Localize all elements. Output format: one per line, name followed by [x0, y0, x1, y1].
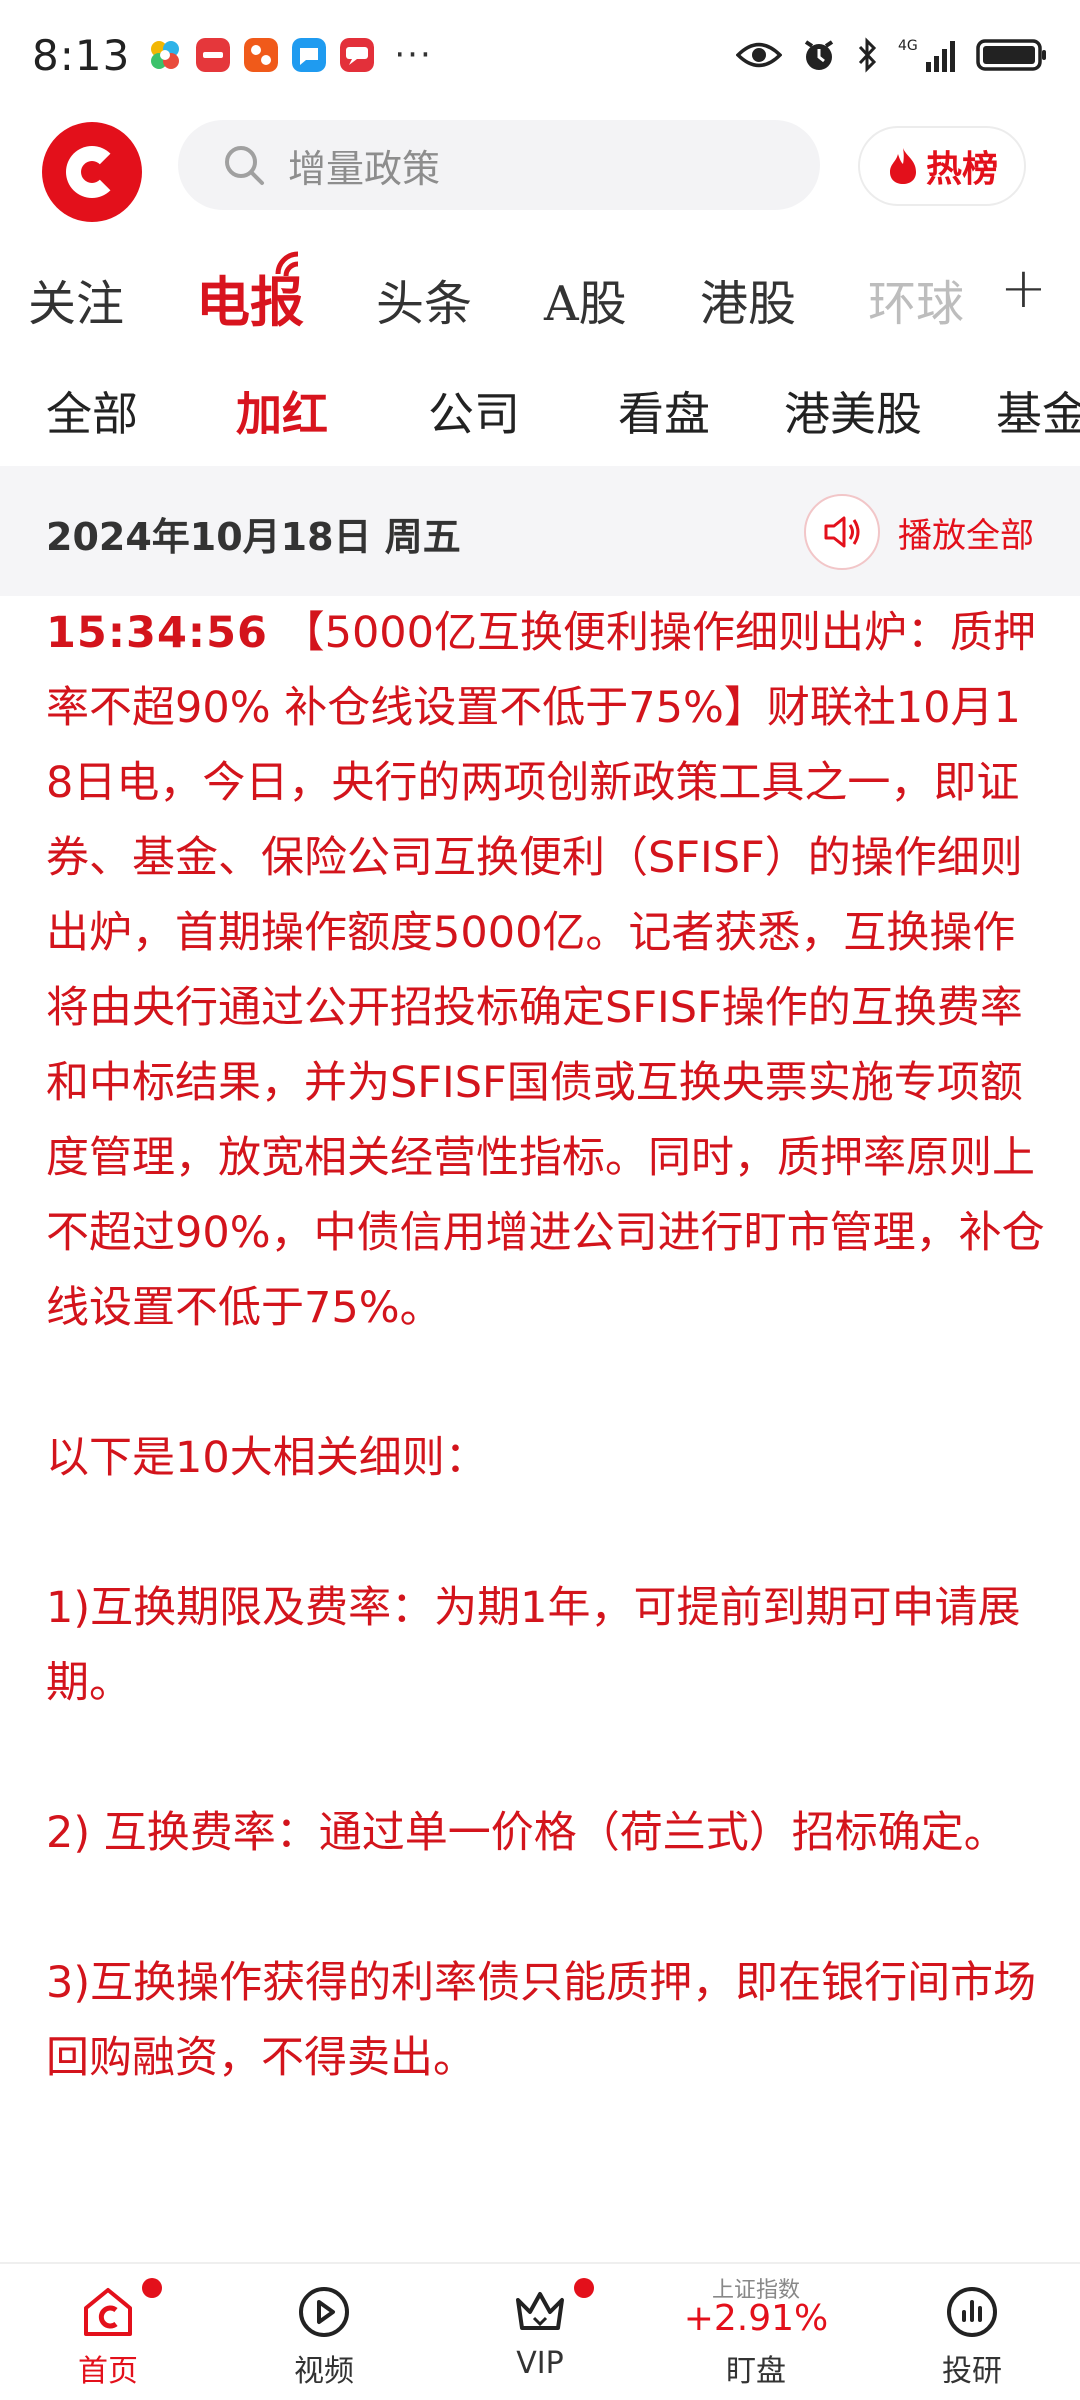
bluetooth-icon: [858, 37, 877, 73]
pinwheel-app-icon: [151, 41, 180, 69]
nav-research-label: 投研: [942, 2354, 1002, 2389]
subtab-market-watch[interactable]: 看盘: [618, 378, 710, 444]
huawei-app-icon: [196, 38, 231, 72]
eye-icon: [736, 42, 782, 68]
chat-app-icon: [292, 38, 327, 72]
subtab-company[interactable]: 公司: [428, 378, 520, 444]
bar-chart-circle-icon: [947, 2287, 997, 2337]
tab-global[interactable]: 环球: [868, 264, 964, 334]
status-bar: 8:13 ··· 4G: [0, 0, 1080, 110]
nav-watch[interactable]: 上证指数 +2.91% 盯盘: [648, 2264, 864, 2400]
nav-research[interactable]: 投研: [864, 2264, 1080, 2400]
vip-badge-dot: [574, 2278, 594, 2298]
taobao-app-icon: [244, 38, 279, 72]
more-notifications: ···: [394, 35, 433, 75]
battery-icon: [976, 39, 1046, 71]
article-lead: 【5000亿互换便利操作细则出炉：质押率不超90% 补仓线设置不低于75%】财联…: [46, 608, 1045, 1333]
article-item-3: 3)互换操作获得的利率债只能质押，即在银行间市场回购融资，不得卖出。: [46, 1958, 1037, 2083]
app-screen: 8:13 ··· 4G 增量政策 热榜 关注 电报 头条 A股 港股 环球 + …: [0, 0, 1080, 2400]
status-right: 4G: [736, 36, 1048, 74]
home-badge-dot: [142, 2278, 162, 2298]
subtab-funds[interactable]: 基金: [996, 378, 1080, 444]
signal-icon: 4G: [898, 38, 955, 72]
network-type: 4G: [898, 38, 918, 54]
flame-icon: [889, 148, 916, 184]
nav-home-label: 首页: [78, 2354, 138, 2389]
speaker-icon: [804, 494, 880, 570]
tab-headlines[interactable]: 头条: [376, 264, 472, 334]
article-time: 15:34:56: [46, 608, 268, 658]
subtab-all[interactable]: 全部: [46, 378, 138, 444]
play-all-label: 播放全部: [898, 515, 1034, 556]
subtab-highlighted[interactable]: 加红: [236, 378, 328, 444]
date-bar: 2024年10月18日 周五 播放全部: [0, 466, 1080, 596]
nav-video-label: 视频: [294, 2354, 354, 2389]
tab-hk-stocks[interactable]: 港股: [700, 264, 796, 334]
crown-icon: [516, 2292, 564, 2330]
nav-watch-label: 盯盘: [726, 2354, 786, 2389]
add-tab-button[interactable]: +: [1000, 256, 1047, 321]
logo-mark: [66, 146, 118, 198]
status-time: 8:13: [32, 30, 131, 80]
article-intro: 以下是10大相关细则：: [46, 1433, 488, 1483]
main-tabs: 关注 电报 头条 A股 港股 环球 +: [0, 240, 1080, 355]
message-app-icon: [340, 38, 375, 72]
tab-a-shares[interactable]: A股: [544, 264, 627, 334]
search-box[interactable]: 增量政策: [178, 120, 820, 210]
search-placeholder: 增量政策: [288, 146, 441, 191]
sub-tabs: 全部 加红 公司 看盘 港美股 基金: [0, 360, 1080, 460]
play-circle-icon: [299, 2287, 349, 2337]
nav-vip[interactable]: VIP: [432, 2264, 648, 2400]
notification-icons: ···: [148, 35, 432, 75]
bottom-navigation: 首页 视频 VIP 上证指数 +2.91% 盯盘 投研: [0, 2262, 1080, 2400]
home-c-icon: [84, 2288, 132, 2336]
nav-vip-label: VIP: [516, 2346, 564, 2381]
hot-list-button[interactable]: 热榜: [858, 126, 1026, 206]
search-icon: [225, 146, 264, 185]
index-change: +2.91%: [683, 2298, 829, 2339]
nav-video[interactable]: 视频: [216, 2264, 432, 2400]
alarm-icon: [804, 40, 834, 70]
top-header: 增量政策 热榜: [0, 110, 1080, 230]
tab-follow[interactable]: 关注: [28, 264, 124, 334]
subtab-hk-us-stocks[interactable]: 港美股: [784, 378, 922, 444]
hot-list-label: 热榜: [925, 149, 998, 190]
app-logo[interactable]: [42, 122, 142, 222]
date-label: 2024年10月18日 周五: [46, 515, 461, 559]
play-all-button[interactable]: 播放全部: [804, 492, 1034, 572]
broadcast-icon: [275, 251, 299, 277]
nav-home[interactable]: 首页: [0, 2264, 216, 2400]
news-article[interactable]: 15:34:56 【5000亿互换便利操作细则出炉：质押率不超90% 补仓线设置…: [46, 596, 1046, 2096]
article-item-2: 2) 互换费率：通过单一价格（荷兰式）招标确定。: [46, 1808, 1007, 1858]
article-lead-paragraph: 15:34:56 【5000亿互换便利操作细则出炉：质押率不超90% 补仓线设置…: [46, 596, 1046, 1346]
article-item-1: 1)互换期限及费率：为期1年，可提前到期可申请展期。: [46, 1583, 1021, 1708]
